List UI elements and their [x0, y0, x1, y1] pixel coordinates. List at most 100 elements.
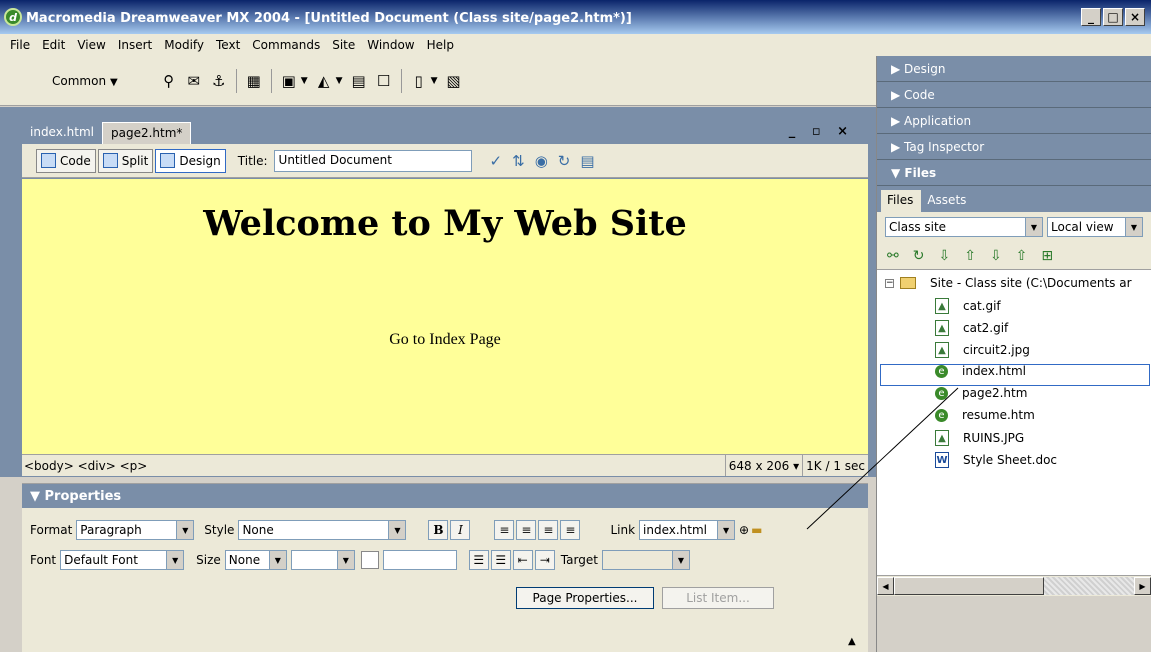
unordered-list-button[interactable]: ☰ — [468, 550, 489, 570]
tab-page2-htm[interactable]: page2.htm* — [101, 122, 192, 144]
panel-design[interactable]: ▶ Design — [877, 56, 1151, 82]
tab-index-html[interactable]: index.html — [22, 122, 102, 144]
scroll-thumb[interactable] — [894, 577, 1044, 595]
media-icon[interactable]: ◭ — [313, 70, 335, 92]
tab-files[interactable]: Files — [881, 190, 922, 212]
index-page-link[interactable]: Go to Index Page — [22, 331, 868, 349]
image-icon[interactable]: ▣ — [278, 70, 300, 92]
file-circuit2-jpg[interactable]: ▲ circuit2.jpg — [935, 342, 1030, 358]
align-right-button[interactable]: ≡ — [538, 520, 559, 540]
put-files-icon[interactable]: ⇧ — [964, 248, 976, 264]
page-properties-button[interactable]: Page Properties... — [516, 587, 654, 609]
file-management-icon[interactable]: ⇅ — [512, 152, 525, 170]
code-view-button[interactable]: Code — [36, 148, 96, 173]
menu-view[interactable]: View — [71, 38, 111, 52]
target-select[interactable]: ▼ — [601, 550, 690, 570]
window-size-menu[interactable]: 648 x 206 ▾ — [724, 455, 802, 476]
word-doc-icon: W — [935, 452, 949, 468]
file-ruins-jpg[interactable]: ▲ RUINS.JPG — [935, 430, 1024, 446]
file-cat-gif[interactable]: ▲ cat.gif — [935, 298, 1001, 314]
files-horizontal-scrollbar[interactable]: ◀ ▶ — [877, 576, 1151, 596]
get-files-icon[interactable]: ⇩ — [938, 248, 950, 264]
size-unit-select[interactable]: ▼ — [290, 550, 355, 570]
file-cat2-gif[interactable]: ▲ cat2.gif — [935, 320, 1008, 336]
format-label: Format — [30, 523, 73, 537]
site-root[interactable]: − Site - Class site (C:\Documents ar — [885, 276, 1132, 290]
insert-category-dropdown[interactable]: Common ▼ — [52, 74, 118, 88]
refresh-icon[interactable]: ↻ — [913, 248, 925, 264]
validate-icon[interactable]: ✓ — [490, 152, 503, 170]
tag-selector[interactable]: <body> <div> <p> — [22, 459, 725, 473]
design-canvas[interactable]: Welcome to My Web Site Go to Index Page — [22, 179, 868, 454]
hyperlink-icon[interactable]: ⚲ — [158, 70, 180, 92]
date-icon[interactable]: ▤ — [348, 70, 370, 92]
panel-code[interactable]: ▶ Code — [877, 82, 1151, 108]
collapse-icon[interactable]: ▲ — [848, 636, 856, 647]
panel-tag-inspector[interactable]: ▶ Tag Inspector — [877, 134, 1151, 160]
align-justify-button[interactable]: ≡ — [560, 520, 581, 540]
file-index-html[interactable]: e index.html — [935, 364, 1026, 378]
text-color-swatch[interactable] — [360, 551, 379, 569]
view-select[interactable]: Local view ▼ — [1047, 217, 1143, 237]
document-window-controls[interactable]: _ ▫ × — [789, 124, 854, 139]
point-to-file-icon[interactable]: ⊕ — [739, 523, 749, 537]
file-resume-htm[interactable]: e resume.htm — [935, 408, 1035, 422]
menu-text[interactable]: Text — [210, 38, 246, 52]
document-title-input[interactable]: Untitled Document — [273, 149, 472, 172]
scroll-left-icon[interactable]: ◀ — [877, 577, 894, 595]
panel-application[interactable]: ▶ Application — [877, 108, 1151, 134]
check-out-icon[interactable]: ⇩ — [990, 248, 1002, 264]
outdent-button[interactable]: ⇤ — [512, 550, 533, 570]
check-in-icon[interactable]: ⇧ — [1016, 248, 1028, 264]
templates-icon[interactable]: ▯ — [408, 70, 430, 92]
indent-button[interactable]: ⇥ — [534, 550, 555, 570]
text-color-input[interactable] — [382, 550, 457, 570]
insert-bar: Common ▼ ⚲ ✉ ⚓ ▦ ▣ ▼ ◭ ▼ ▤ ☐ ▯ ▼ ▧ — [0, 56, 876, 106]
browse-folder-icon[interactable]: ▬ — [751, 523, 762, 537]
format-select[interactable]: Paragraph ▼ — [76, 520, 195, 540]
minimize-button[interactable]: _ — [1081, 8, 1101, 26]
menu-help[interactable]: Help — [421, 38, 460, 52]
tab-assets[interactable]: Assets — [921, 190, 974, 212]
view-options-icon[interactable]: ▤ — [580, 152, 594, 170]
split-view-button[interactable]: Split — [97, 148, 154, 173]
align-left-button[interactable]: ≡ — [494, 520, 515, 540]
named-anchor-icon[interactable]: ⚓ — [208, 70, 230, 92]
tag-chooser-icon[interactable]: ▧ — [443, 70, 465, 92]
ordered-list-button[interactable]: ☰ — [490, 550, 511, 570]
size-select[interactable]: None ▼ — [224, 550, 287, 570]
font-select[interactable]: Default Font ▼ — [60, 550, 185, 570]
title-label: Title: — [237, 153, 268, 168]
page-heading: Welcome to My Web Site — [203, 203, 687, 244]
italic-button[interactable]: I — [450, 520, 471, 540]
preview-browser-icon[interactable]: ◉ — [535, 152, 548, 170]
menu-insert[interactable]: Insert — [112, 38, 158, 52]
file-style-sheet-doc[interactable]: W Style Sheet.doc — [935, 452, 1057, 468]
menu-modify[interactable]: Modify — [158, 38, 210, 52]
style-select[interactable]: None ▼ — [238, 520, 407, 540]
comment-icon[interactable]: ☐ — [373, 70, 395, 92]
menu-edit[interactable]: Edit — [36, 38, 71, 52]
bold-button[interactable]: B — [428, 520, 449, 540]
menu-site[interactable]: Site — [326, 38, 361, 52]
refresh-icon[interactable]: ↻ — [558, 152, 571, 170]
panel-files[interactable]: ▼ Files — [877, 160, 1151, 186]
menu-file[interactable]: File — [4, 38, 36, 52]
menu-commands[interactable]: Commands — [246, 38, 326, 52]
collapse-icon[interactable]: − — [885, 278, 894, 288]
expand-icon[interactable]: ⊞ — [1041, 248, 1053, 264]
design-view-button[interactable]: Design — [155, 148, 226, 173]
dreamweaver-icon: d — [4, 8, 22, 26]
restore-button[interactable]: □ — [1103, 8, 1123, 26]
menu-window[interactable]: Window — [361, 38, 420, 52]
site-select[interactable]: Class site ▼ — [885, 217, 1043, 237]
align-center-button[interactable]: ≡ — [516, 520, 537, 540]
table-icon[interactable]: ▦ — [243, 70, 265, 92]
file-page2-htm[interactable]: e page2.htm — [935, 386, 1027, 400]
connect-icon[interactable]: ⚯ — [887, 248, 899, 264]
link-input[interactable]: index.html ▼ — [639, 520, 736, 540]
properties-header[interactable]: ▼ Properties — [22, 484, 868, 508]
scroll-right-icon[interactable]: ▶ — [1134, 577, 1151, 595]
close-button[interactable]: × — [1125, 8, 1145, 26]
email-link-icon[interactable]: ✉ — [183, 70, 205, 92]
